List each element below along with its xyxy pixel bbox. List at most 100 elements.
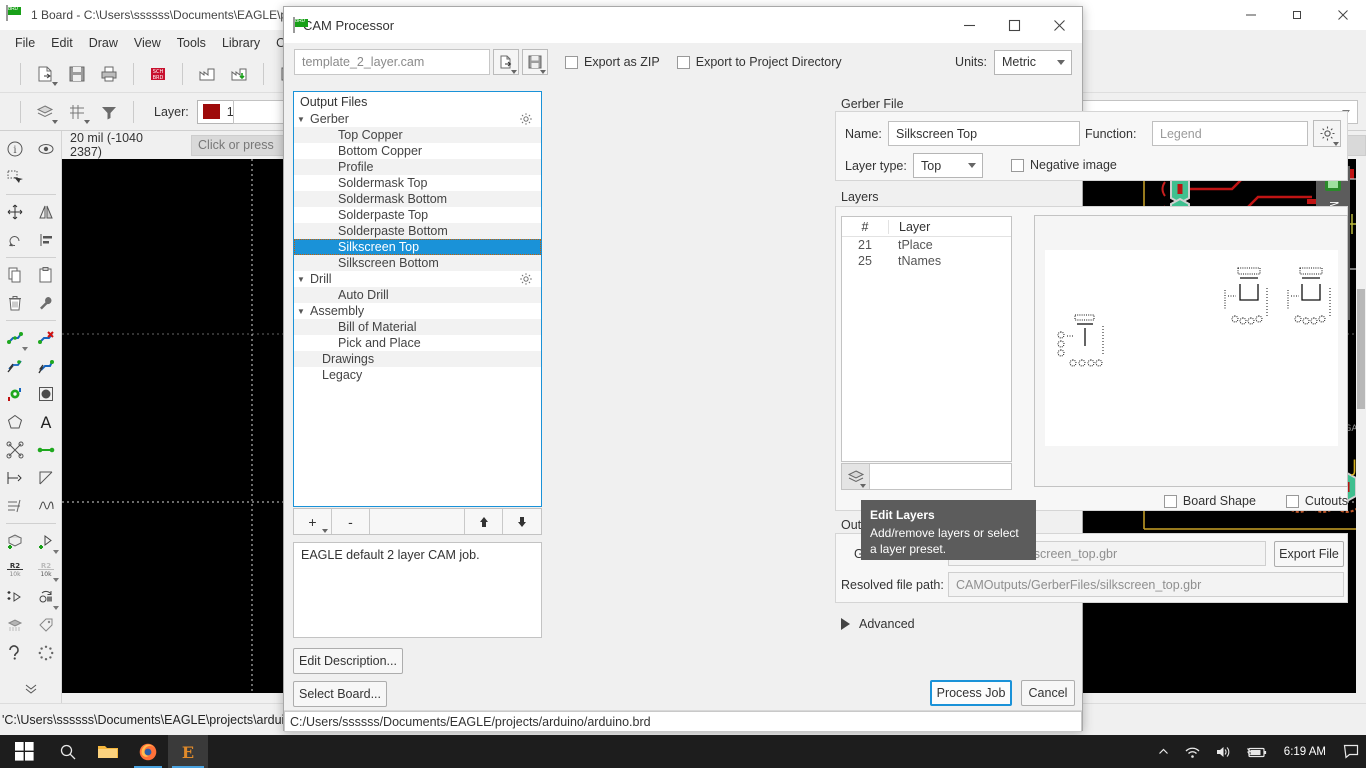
autoroute-icon[interactable]	[0, 352, 31, 380]
expand-triangle-icon[interactable]: ▼	[294, 307, 308, 316]
mirror-icon[interactable]	[31, 198, 62, 226]
output-files-item[interactable]: ▼ Gerber	[294, 111, 541, 127]
move-icon[interactable]	[0, 198, 31, 226]
copy-icon[interactable]	[0, 261, 31, 289]
search-icon[interactable]	[48, 735, 88, 768]
ripup-icon[interactable]	[31, 324, 62, 352]
cutouts-checkbox[interactable]: Cutouts	[1285, 494, 1348, 508]
export-file-button[interactable]: Export File	[1274, 541, 1344, 567]
rotate-icon[interactable]	[0, 226, 31, 254]
menu-draw[interactable]: Draw	[81, 32, 126, 54]
attribute-r2-alt-icon[interactable]: R2 10k	[31, 555, 62, 583]
save-icon[interactable]	[63, 61, 91, 87]
function-settings-gear-icon[interactable]	[1313, 120, 1341, 147]
output-files-item[interactable]: Legacy	[294, 367, 541, 383]
output-files-item[interactable]: Silkscreen Top	[294, 239, 541, 255]
output-files-item[interactable]: Profile	[294, 159, 541, 175]
drc-icon[interactable]	[31, 639, 62, 667]
attribute-r2-icon[interactable]: R2 10k	[0, 555, 31, 583]
show-hidden-icons-icon[interactable]	[1150, 735, 1177, 768]
info-icon[interactable]: i	[0, 135, 31, 163]
add-output-button[interactable]: +	[294, 509, 332, 534]
replace-icon[interactable]	[31, 583, 62, 611]
dialog-minimize-button[interactable]	[947, 7, 992, 43]
eagle-maximize-button[interactable]	[1274, 0, 1320, 30]
output-files-item[interactable]: ▼ Assembly	[294, 303, 541, 319]
edit-layers-button[interactable]	[842, 464, 870, 489]
menu-edit[interactable]: Edit	[43, 32, 81, 54]
output-files-item[interactable]: Soldermask Top	[294, 175, 541, 191]
remove-output-button[interactable]: -	[332, 509, 370, 534]
help-icon[interactable]	[0, 639, 31, 667]
firefox-icon[interactable]	[128, 735, 168, 768]
eagle-minimize-button[interactable]	[1228, 0, 1274, 30]
output-files-item[interactable]: Drawings	[294, 351, 541, 367]
expand-triangle-icon[interactable]: ▼	[294, 115, 308, 124]
layers-table[interactable]: # Layer 21 tPlace 25 tNames	[841, 216, 1012, 462]
smash-icon[interactable]	[0, 611, 31, 639]
menu-tools[interactable]: Tools	[169, 32, 214, 54]
taskbar-clock[interactable]: 6:19 AM	[1274, 746, 1336, 758]
add-pin-icon[interactable]	[0, 583, 31, 611]
polygon-icon[interactable]	[0, 408, 31, 436]
gerber-function-input[interactable]: Legend	[1152, 121, 1308, 146]
filter-icon[interactable]	[95, 99, 123, 125]
volume-icon[interactable]	[1208, 735, 1238, 768]
output-files-item[interactable]: ▼ Drill	[294, 271, 541, 287]
canvas-vertical-scrollbar[interactable]	[1356, 159, 1366, 693]
output-files-tree[interactable]: ▼ Gerber Top Copper Bottom Copper Profile Sol…	[294, 111, 541, 383]
paste-icon[interactable]	[31, 261, 62, 289]
cam-job-file-input[interactable]: template_2_layer.cam	[294, 49, 490, 75]
cam-processor-icon[interactable]	[193, 61, 221, 87]
add-package-icon[interactable]	[0, 527, 31, 555]
output-files-item[interactable]: Silkscreen Bottom	[294, 255, 541, 271]
dialog-maximize-button[interactable]	[992, 7, 1037, 43]
output-files-item[interactable]: Solderpaste Bottom	[294, 223, 541, 239]
gerber-name-input[interactable]: Silkscreen Top	[888, 121, 1080, 146]
name-tag-icon[interactable]	[31, 611, 62, 639]
switch-sch-brd-icon[interactable]: SCH BRD	[144, 61, 172, 87]
print-icon[interactable]	[95, 61, 123, 87]
delete-icon[interactable]	[0, 289, 31, 317]
ratsnest-icon[interactable]	[31, 352, 62, 380]
layers-table-row[interactable]: 25 tNames	[842, 253, 1011, 269]
expand-triangle-icon[interactable]: ▼	[294, 275, 308, 284]
output-files-item[interactable]: Solderpaste Top	[294, 207, 541, 223]
output-files-item[interactable]: Bill of Material	[294, 319, 541, 335]
action-center-icon[interactable]	[1336, 735, 1366, 768]
eagle-close-button[interactable]	[1320, 0, 1366, 30]
output-files-item[interactable]: Bottom Copper	[294, 143, 541, 159]
process-job-button[interactable]: Process Job	[930, 680, 1012, 706]
wire-icon[interactable]	[31, 436, 62, 464]
output-files-item[interactable]: Auto Drill	[294, 287, 541, 303]
start-button-icon[interactable]	[0, 735, 48, 768]
cam-processor-run-icon[interactable]	[225, 61, 253, 87]
layer-type-select[interactable]: Top	[913, 153, 983, 178]
gear-icon[interactable]	[519, 272, 533, 286]
layers-table-row[interactable]: 21 tPlace	[842, 237, 1011, 253]
miter-icon[interactable]	[31, 464, 62, 492]
export-to-project-dir-checkbox[interactable]: Export to Project Directory	[676, 55, 842, 69]
select-board-button[interactable]: Select Board...	[293, 681, 387, 707]
change-wrench-icon[interactable]	[31, 289, 62, 317]
add-device-icon[interactable]	[31, 527, 62, 555]
move-down-button[interactable]	[503, 509, 541, 534]
split-icon[interactable]	[0, 436, 31, 464]
edit-description-button[interactable]: Edit Description...	[293, 648, 403, 674]
board-shape-checkbox[interactable]: Board Shape	[1163, 494, 1256, 508]
wifi-icon[interactable]	[1177, 735, 1208, 768]
layer-preview[interactable]	[1034, 215, 1348, 487]
expand-toolbar-icon[interactable]	[0, 675, 62, 703]
menu-file[interactable]: File	[7, 32, 43, 54]
layers-icon[interactable]	[31, 99, 59, 125]
show-icon[interactable]	[31, 135, 62, 163]
file-explorer-icon[interactable]	[88, 735, 128, 768]
move-up-button[interactable]	[465, 509, 503, 534]
align-icon[interactable]	[31, 226, 62, 254]
pad-icon[interactable]	[31, 380, 62, 408]
text-icon[interactable]: A	[31, 408, 62, 436]
menu-view[interactable]: View	[126, 32, 169, 54]
route-icon[interactable]	[0, 324, 31, 352]
dimension-icon[interactable]	[0, 492, 31, 520]
export-as-zip-checkbox[interactable]: Export as ZIP	[565, 55, 660, 69]
